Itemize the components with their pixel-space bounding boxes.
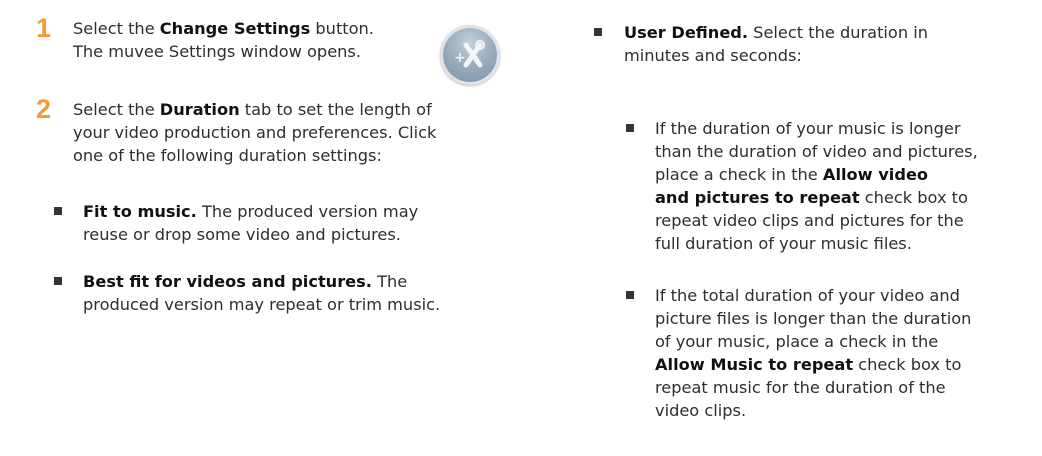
step-1-text: Select the Change Settings button. The m… <box>73 17 473 63</box>
change-settings-icon[interactable]: + <box>440 25 500 85</box>
sub-repeat-video-text: If the duration of your music is longer … <box>655 117 978 255</box>
change-settings-label: Change Settings <box>159 19 311 38</box>
duration-tab-label: Duration <box>159 100 240 119</box>
rv-line1: If the duration of your music is longer <box>655 119 961 138</box>
bullet-square-icon <box>54 207 62 215</box>
rm-line5: repeat music for the duration of the <box>655 378 946 397</box>
rv-line4: check box to <box>859 188 968 207</box>
step-1-suffix: button. <box>310 19 374 38</box>
allow-video-label: Allow video <box>822 165 929 184</box>
step-2-suffix: tab to set the length of <box>239 100 432 119</box>
step-2-line3: one of the following duration settings: <box>73 146 382 165</box>
allow-music-label: Allow Music to repeat <box>655 355 854 374</box>
user-line2: minutes and seconds: <box>624 46 802 65</box>
best-line1: The <box>371 272 408 291</box>
rm-line1: If the total duration of your video and <box>655 286 960 305</box>
allow-video-label-cont: and pictures to repeat <box>655 188 860 207</box>
user-defined-label: User Defined. <box>624 23 749 42</box>
user-line1: Select the duration in <box>748 23 928 42</box>
step-1-number: 1 <box>36 13 52 43</box>
fit-to-music-label: Fit to music. <box>83 202 197 221</box>
bullet-user-text: User Defined. Select the duration in min… <box>624 21 928 67</box>
best-line2: produced version may repeat or trim musi… <box>83 295 441 314</box>
rm-line4: check box to <box>853 355 962 374</box>
fit-line1: The produced version may <box>196 202 419 221</box>
rv-line5: repeat video clips and pictures for the <box>655 211 964 230</box>
step-2-text: Select the Duration tab to set the lengt… <box>73 98 533 167</box>
bullet-square-icon <box>54 277 62 285</box>
fit-line2: reuse or drop some video and pictures. <box>83 225 401 244</box>
step-2-prefix: Select the <box>73 100 160 119</box>
step-1-line2: The muvee Settings window opens. <box>73 42 361 61</box>
rm-line3: of your music, place a check in the <box>655 332 939 351</box>
bullet-square-icon <box>626 124 634 132</box>
bullet-square-icon <box>626 291 634 299</box>
bullet-fit-text: Fit to music. The produced version may r… <box>83 200 418 246</box>
step-1-prefix: Select the <box>73 19 160 38</box>
best-fit-label: Best fit for videos and pictures. <box>83 272 372 291</box>
bullet-square-icon <box>594 28 602 36</box>
bullet-best-text: Best fit for videos and pictures. The pr… <box>83 270 440 316</box>
step-2-line2: your video production and preferences. C… <box>73 123 437 142</box>
rv-line6: full duration of your music files. <box>655 234 912 253</box>
rm-line2: picture files is longer than the duratio… <box>655 309 972 328</box>
rv-line3: place a check in the <box>655 165 823 184</box>
rm-line6: video clips. <box>655 401 747 420</box>
step-2-number: 2 <box>36 94 52 124</box>
rv-line2: than the duration of video and pictures, <box>655 142 978 161</box>
sub-repeat-music-text: If the total duration of your video and … <box>655 284 971 422</box>
